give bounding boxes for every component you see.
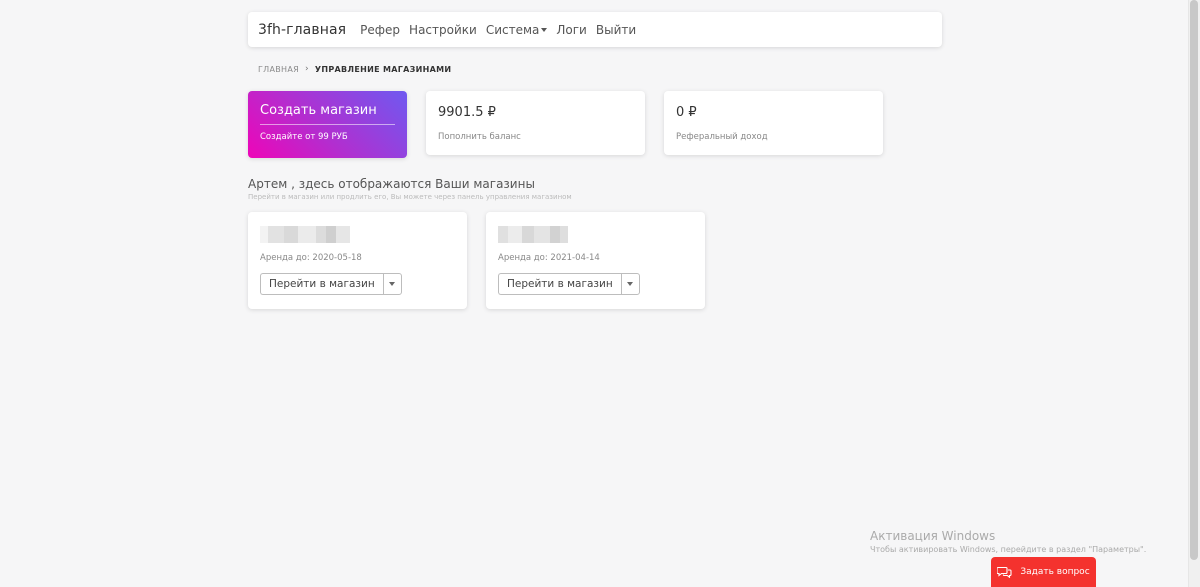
shop-rent-date: Аренда до: 2021-04-14: [498, 253, 600, 263]
referral-income-label: Реферальный доход: [676, 132, 768, 142]
shops-section-subtitle: Перейти в магазин или продлить его, Вы м…: [248, 193, 572, 201]
breadcrumb: ГЛАВНАЯ › УПРАВЛЕНИЕ МАГАЗИНАМИ: [258, 64, 451, 74]
shop-dropdown-toggle[interactable]: [620, 273, 640, 295]
breadcrumb-current: УПРАВЛЕНИЕ МАГАЗИНАМИ: [314, 64, 452, 74]
shop-card: Аренда до: 2021-04-14 Перейти в магазин: [486, 212, 705, 309]
shop-name-redacted: [260, 226, 455, 243]
breadcrumb-home[interactable]: ГЛАВНАЯ: [258, 65, 299, 74]
caret-down-icon: [627, 282, 634, 286]
caret-down-icon: [389, 282, 396, 286]
top-navbar: 3fh-главная Рефер Настройки Система Логи…: [248, 12, 942, 47]
shop-rent-date: Аренда до: 2020-05-18: [260, 253, 362, 263]
chat-bubbles-icon: [997, 566, 1012, 578]
nav-link-settings[interactable]: Настройки: [409, 23, 477, 37]
nav-dropdown-system-label: Система: [485, 22, 540, 37]
shop-action-group: Перейти в магазин: [260, 273, 455, 295]
go-to-shop-button[interactable]: Перейти в магазин: [498, 273, 621, 295]
shop-card: Аренда до: 2020-05-18 Перейти в магазин: [248, 212, 467, 309]
scrollbar-thumb[interactable]: [1190, 0, 1198, 560]
create-shop-card[interactable]: Создать магазин Создайте от 99 РУБ: [248, 91, 407, 158]
go-to-shop-button[interactable]: Перейти в магазин: [260, 273, 383, 295]
referral-income-value: 0 ₽: [676, 105, 697, 120]
windows-activation-text: Чтобы активировать Windows, перейдите в …: [870, 545, 1147, 554]
shop-action-group: Перейти в магазин: [498, 273, 693, 295]
ask-question-label: Задать вопрос: [1020, 567, 1090, 577]
create-shop-subtitle: Создайте от 99 РУБ: [260, 132, 348, 142]
chevron-right-icon: ›: [305, 64, 309, 74]
page-scrollbar[interactable]: [1188, 0, 1200, 587]
caret-down-icon: [541, 27, 548, 32]
create-shop-title: Создать магазин: [260, 103, 395, 125]
nav-link-refer[interactable]: Рефер: [360, 23, 400, 37]
windows-activation-title: Активация Windows: [870, 529, 996, 543]
windows-activation-watermark: Активация Windows Чтобы активировать Win…: [870, 529, 1146, 554]
nav-dropdown-system[interactable]: Система: [486, 23, 548, 37]
shop-name-redacted: [498, 226, 693, 243]
nav-link-logs[interactable]: Логи: [556, 23, 586, 37]
balance-card[interactable]: 9901.5 ₽ Пополнить баланс: [426, 91, 645, 155]
brand-link[interactable]: 3fh-главная: [258, 22, 346, 38]
balance-value: 9901.5 ₽: [438, 105, 496, 120]
referral-income-card: 0 ₽ Реферальный доход: [664, 91, 883, 155]
balance-label: Пополнить баланс: [438, 132, 521, 142]
shops-section-title: Артем , здесь отображаются Ваши магазины: [248, 177, 535, 191]
nav-link-logout[interactable]: Выйти: [596, 23, 636, 37]
shop-dropdown-toggle[interactable]: [382, 273, 402, 295]
ask-question-button[interactable]: Задать вопрос: [991, 557, 1096, 587]
